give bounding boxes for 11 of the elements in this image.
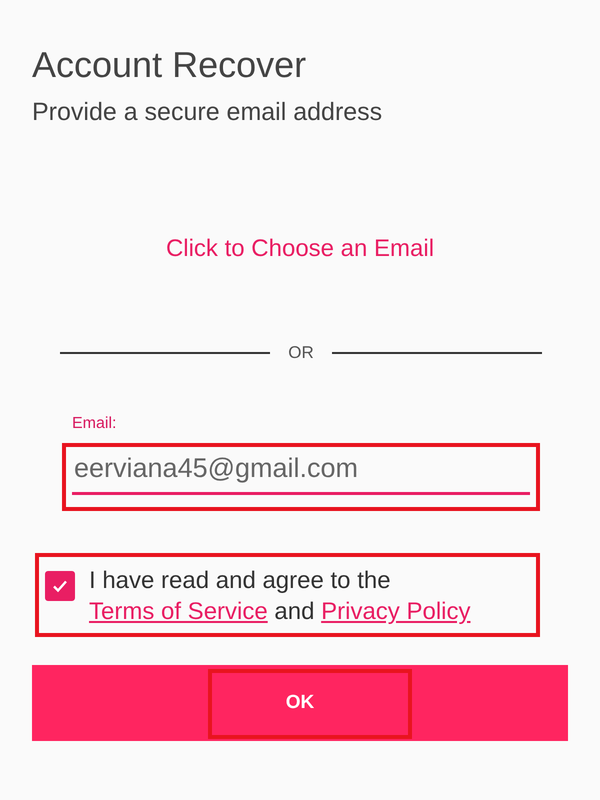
screen-title: Account Recover — [32, 44, 306, 86]
terms-link[interactable]: Terms of Service — [89, 598, 268, 625]
checkbox[interactable] — [45, 571, 75, 601]
privacy-link[interactable]: Privacy Policy — [321, 598, 470, 625]
email-field[interactable]: eerviana45@gmail.com — [72, 451, 530, 495]
consent-text: I have read and agree to the Terms of Service and Privacy Policy — [89, 566, 472, 627]
ok-button[interactable]: OK — [32, 665, 568, 741]
or-label: OR — [288, 343, 314, 363]
email-label: Email: — [72, 415, 116, 433]
choose-email-link[interactable]: Click to Choose an Email — [166, 235, 434, 263]
screen-subtitle: Provide a secure email address — [32, 98, 382, 127]
